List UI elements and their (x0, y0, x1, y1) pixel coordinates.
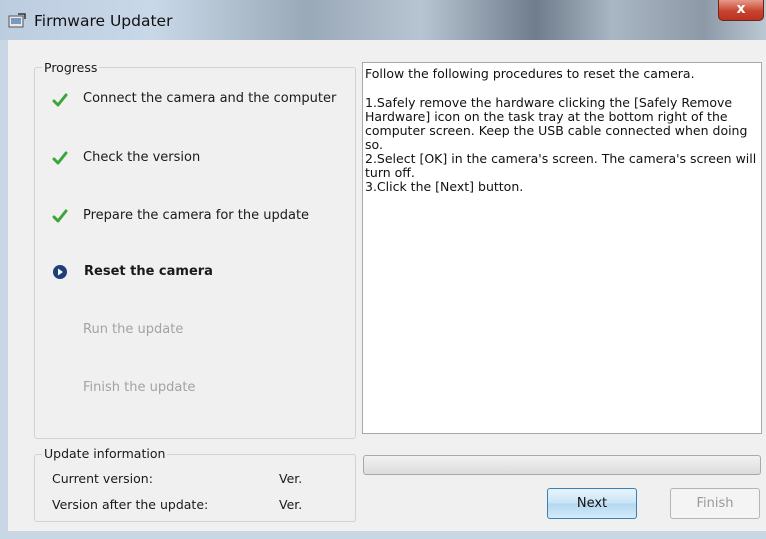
close-button[interactable]: x (718, 0, 764, 21)
check-icon (52, 209, 68, 223)
update-progress-bar (363, 455, 761, 475)
arrow-circle-icon (53, 265, 67, 279)
next-button[interactable]: Next (547, 488, 637, 519)
window-title: Firmware Updater (34, 12, 173, 30)
finish-button[interactable]: Finish (670, 488, 760, 519)
progress-group-title: Progress (42, 60, 100, 75)
current-version-value: Ver. (279, 471, 303, 486)
step-reset-camera: Reset the camera (84, 264, 213, 279)
step-connect: Connect the camera and the computer (83, 91, 337, 106)
step-check-version: Check the version (83, 150, 201, 165)
instructions-intro: Follow the following procedures to reset… (365, 66, 695, 81)
current-version-label: Current version: (52, 471, 153, 486)
check-icon (52, 93, 68, 107)
updater-app-icon (8, 13, 26, 28)
update-info-group-title: Update information (42, 446, 168, 461)
step-prepare: Prepare the camera for the update (83, 208, 310, 223)
after-version-value: Ver. (279, 497, 303, 512)
instructions-panel: Follow the following procedures to reset… (362, 62, 762, 434)
instruction-step-3: 3.Click the [Next] button. (365, 179, 524, 194)
title-bar: Firmware Updater x (0, 0, 766, 40)
check-icon (52, 151, 68, 165)
instruction-step-1: 1.Safely remove the hardware clicking th… (365, 95, 748, 152)
step-run-update: Run the update (83, 322, 184, 337)
step-finish-update: Finish the update (83, 380, 196, 395)
after-version-label: Version after the update: (52, 497, 209, 512)
instruction-step-2: 2.Select [OK] in the camera's screen. Th… (365, 151, 757, 180)
